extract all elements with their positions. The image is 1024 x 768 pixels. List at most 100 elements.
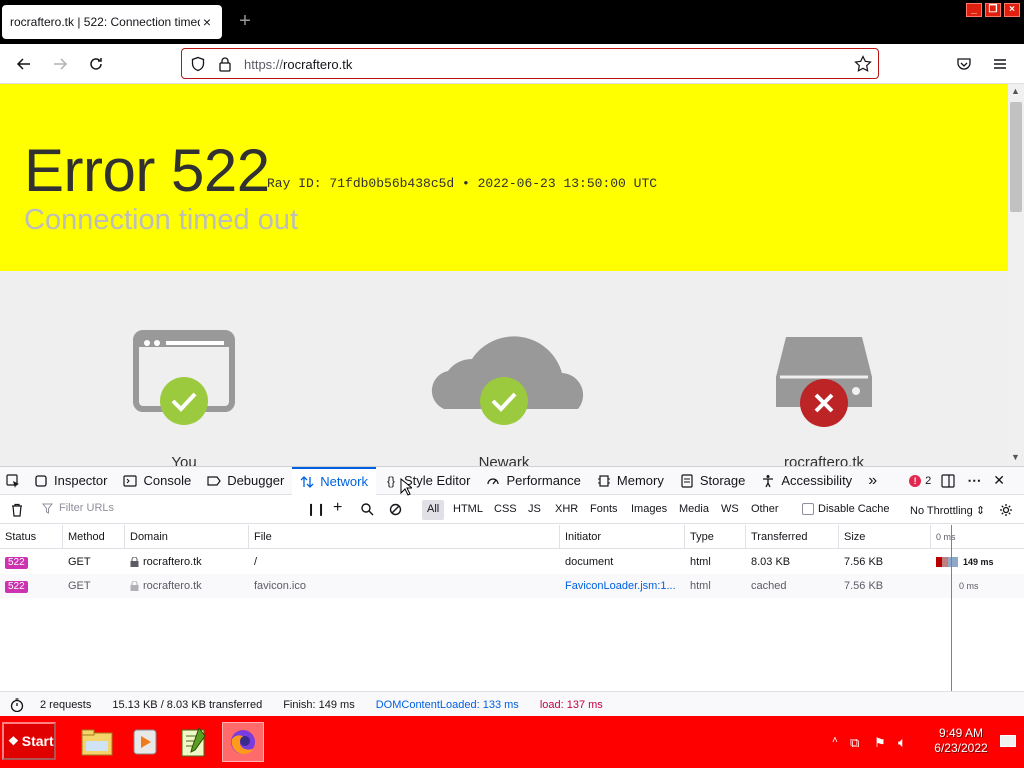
browser-tab[interactable]: rocraftero.tk | 522: Connection timed ou… (2, 5, 222, 39)
col-initiator[interactable]: Initiator (560, 525, 685, 549)
filter-urls-input[interactable]: Filter URLs (42, 502, 294, 514)
firefox-taskbar-icon[interactable] (222, 722, 264, 762)
filter-type-html[interactable]: HTML (448, 500, 488, 520)
tab-memory[interactable]: Memory (589, 467, 672, 495)
col-domain[interactable]: Domain (125, 525, 249, 549)
taskbar-clock[interactable]: 9:49 AM 6/23/2022 (920, 726, 1002, 756)
start-label: Start (21, 733, 54, 749)
col-status[interactable]: Status (0, 525, 63, 549)
notepad-taskbar-icon[interactable] (173, 722, 215, 762)
firefox-icon (231, 730, 255, 754)
col-transferred[interactable]: Transferred (746, 525, 839, 549)
block-icon[interactable] (389, 503, 402, 516)
col-waterfall[interactable]: 0 ms (931, 525, 1024, 549)
filter-type-ws[interactable]: WS (716, 500, 744, 520)
waterfall-cell: 149 ms (931, 550, 1024, 574)
file-explorer-taskbar-icon[interactable] (76, 722, 118, 762)
filter-type-xhr[interactable]: XHR (550, 500, 583, 520)
col-method[interactable]: Method (63, 525, 125, 549)
more-tabs-chevron-icon[interactable]: » (860, 467, 885, 495)
media-player-taskbar-icon[interactable] (124, 722, 166, 762)
action-center-flag-icon[interactable]: ⚑ (874, 735, 886, 751)
filter-type-css[interactable]: CSS (489, 500, 522, 520)
tab-inspector[interactable]: Inspector (26, 467, 115, 495)
url-bar[interactable]: https://rocraftero.tk (181, 48, 879, 79)
status-cell: 522 (0, 574, 63, 598)
scroll-up-icon[interactable]: ▲ (1011, 86, 1020, 96)
restore-button[interactable]: ❐ (985, 3, 1001, 17)
tab-debugger[interactable]: Debugger (199, 467, 292, 495)
col-file[interactable]: File (249, 525, 560, 549)
trash-icon[interactable] (10, 503, 24, 517)
table-row[interactable]: 522 GET rocraftero.tk favicon.ico Favico… (0, 574, 1024, 598)
col-type[interactable]: Type (685, 525, 746, 549)
devtools-close-icon[interactable]: ✕ (987, 467, 1011, 495)
transferred-cell: cached (751, 580, 787, 592)
memory-icon (597, 474, 610, 487)
tab-storage[interactable]: Storage (672, 467, 754, 495)
start-button[interactable]: ❖ Start (2, 722, 56, 760)
new-tab-button[interactable]: + (236, 11, 254, 31)
tab-console[interactable]: Console (115, 467, 199, 495)
back-button[interactable] (12, 52, 36, 76)
error-count-badge[interactable]: ! 2 (905, 467, 935, 495)
scrollbar-thumb[interactable] (1010, 102, 1022, 212)
close-icon[interactable]: × (200, 15, 214, 29)
method-cell: GET (68, 580, 91, 592)
volume-icon[interactable]: 🔈︎ (898, 734, 906, 751)
filter-icon (42, 503, 53, 514)
throttling-select[interactable]: No Throttling ⇕ (910, 504, 985, 517)
lock-icon[interactable] (218, 56, 232, 72)
node-label-you: You (171, 454, 197, 466)
reload-button[interactable] (84, 52, 108, 76)
filter-type-media[interactable]: Media (674, 500, 714, 520)
tab-accessibility[interactable]: Accessibility (753, 467, 860, 495)
window-controls: _ ❐ × (966, 3, 1020, 17)
windows-logo-icon: ❖ (8, 734, 19, 748)
keyboard-tray-icon[interactable] (1000, 735, 1016, 747)
dock-button[interactable] (935, 467, 961, 495)
window-close-button[interactable]: × (1004, 3, 1020, 17)
filter-type-other[interactable]: Other (746, 500, 784, 520)
devtools-menu-icon[interactable]: ⋯ (961, 467, 987, 495)
gear-icon[interactable] (999, 503, 1013, 517)
search-icon[interactable] (361, 503, 374, 516)
ray-id: Ray ID: 71fdb0b56b438c5d • 2022-06-23 13… (267, 176, 658, 191)
tray-expand-icon[interactable]: ˄ (832, 735, 838, 746)
col-size[interactable]: Size (839, 525, 931, 549)
app-menu-button[interactable] (988, 52, 1012, 76)
timer-icon[interactable] (10, 697, 24, 712)
add-icon[interactable]: + (333, 499, 342, 517)
pocket-button[interactable] (952, 52, 976, 76)
element-picker-button[interactable] (0, 467, 26, 495)
notepad-icon (181, 726, 206, 757)
filter-type-images[interactable]: Images (626, 500, 672, 520)
minimize-button[interactable]: _ (966, 3, 982, 17)
navigation-toolbar: https://rocraftero.tk (0, 44, 1024, 84)
filter-type-fonts[interactable]: Fonts (585, 500, 623, 520)
domain-cell: rocraftero.tk (125, 574, 249, 598)
bookmark-star-icon[interactable] (854, 55, 872, 73)
waterfall-cell: 0 ms (959, 581, 979, 591)
dom-load-marker (951, 525, 952, 691)
lock-icon (130, 581, 139, 591)
initiator-link[interactable]: FaviconLoader.jsm:1... (560, 574, 685, 598)
filter-type-all[interactable]: All (422, 500, 445, 520)
tab-style-editor[interactable]: {} Style Editor (376, 467, 478, 495)
tab-performance[interactable]: Performance (478, 467, 588, 495)
table-row[interactable]: 522 GET rocraftero.tk / document html 8.… (0, 550, 1024, 574)
shield-icon[interactable] (190, 56, 206, 72)
clock-date: 6/23/2022 (934, 741, 988, 755)
debugger-icon (207, 475, 221, 486)
tab-label: Network (320, 474, 368, 489)
tab-network[interactable]: Network (292, 466, 376, 495)
cloud-icon (431, 336, 584, 425)
network-tray-icon[interactable]: ⧉ (850, 735, 859, 751)
network-icon (300, 475, 314, 488)
scroll-down-icon[interactable]: ▼ (1011, 452, 1020, 462)
forward-button[interactable] (48, 52, 72, 76)
filter-type-js[interactable]: JS (523, 500, 546, 520)
pause-icon[interactable]: ❙❙ (306, 502, 326, 516)
url-text[interactable]: https://rocraftero.tk (244, 57, 352, 72)
disable-cache-checkbox[interactable]: Disable Cache (802, 503, 890, 515)
